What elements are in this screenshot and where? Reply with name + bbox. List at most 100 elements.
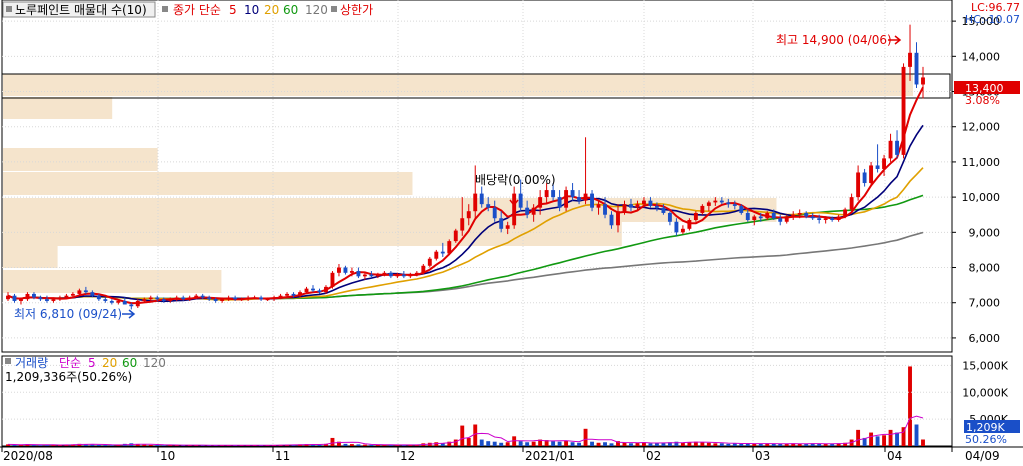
volume-bar[interactable] [142, 444, 147, 446]
volume-ma-period[interactable]: 120 [143, 356, 166, 370]
volume-bar[interactable] [570, 442, 575, 446]
volume-bar[interactable] [700, 442, 705, 446]
candle-body[interactable] [161, 299, 166, 301]
volume-bar[interactable] [921, 439, 925, 446]
volume-bar[interactable] [603, 442, 607, 446]
volume-bar[interactable] [148, 444, 153, 446]
candle-body[interactable] [447, 241, 452, 254]
candle-body[interactable] [401, 274, 406, 277]
volume-bar[interactable] [856, 429, 861, 446]
candle-body[interactable] [6, 295, 10, 300]
candle-body[interactable] [148, 297, 153, 300]
ma-legend-period[interactable]: 20 [264, 3, 279, 17]
candle-body[interactable] [466, 211, 471, 219]
candle-body[interactable] [349, 271, 354, 273]
candle-body[interactable] [135, 300, 140, 307]
volume-bar[interactable] [479, 439, 484, 446]
candle-body[interactable] [557, 197, 562, 208]
candle-body[interactable] [583, 193, 588, 201]
candle-body[interactable] [479, 193, 484, 205]
volume-bar[interactable] [330, 437, 335, 446]
candle-body[interactable] [642, 200, 646, 205]
volume-bar[interactable] [369, 444, 374, 446]
candle-body[interactable] [823, 218, 828, 220]
volume-bar[interactable] [460, 425, 465, 446]
volume-bar[interactable] [635, 442, 640, 446]
candle-body[interactable] [369, 274, 374, 277]
volume-bar[interactable] [713, 443, 718, 446]
candle-body[interactable] [337, 267, 341, 273]
volume-bar[interactable] [343, 443, 348, 446]
candle-body[interactable] [103, 299, 108, 301]
volume-bar[interactable] [564, 440, 569, 446]
candle-body[interactable] [207, 297, 212, 300]
candle-body[interactable] [505, 225, 510, 229]
candle-body[interactable] [901, 66, 906, 155]
candle-body[interactable] [843, 209, 848, 217]
candle-body[interactable] [778, 218, 783, 222]
ma-legend-period[interactable]: 10 [244, 3, 259, 17]
candle-body[interactable] [564, 190, 569, 208]
volume-ma-period[interactable]: 5 [88, 356, 96, 370]
candle-body[interactable] [590, 193, 594, 208]
candle-body[interactable] [317, 290, 322, 293]
candle-body[interactable] [473, 193, 478, 212]
candle-body[interactable] [226, 297, 231, 300]
candle-body[interactable] [168, 299, 173, 301]
candle-body[interactable] [142, 299, 147, 301]
candle-body[interactable] [375, 274, 380, 277]
candle-body[interactable] [259, 297, 264, 300]
ma-legend-period[interactable]: 60 [283, 3, 298, 17]
volume-bar[interactable] [505, 442, 510, 446]
candle-body[interactable] [213, 299, 218, 301]
candle-body[interactable] [265, 299, 270, 301]
candle-body[interactable] [817, 218, 822, 220]
candle-body[interactable] [499, 218, 504, 229]
volume-bar[interactable] [869, 432, 874, 446]
candle-body[interactable] [830, 218, 835, 220]
candle-body[interactable] [25, 293, 30, 300]
chart-canvas[interactable]: 15,00014,00013,00012,00011,00010,0009,00… [0, 0, 1023, 466]
stock-chart-window[interactable]: 15,00014,00013,00012,00011,00010,0009,00… [0, 0, 1023, 466]
candle-body[interactable] [122, 300, 127, 305]
candle-body[interactable] [538, 197, 543, 208]
candle-body[interactable] [856, 172, 861, 198]
candle-body[interactable] [797, 212, 802, 215]
candle-body[interactable] [836, 216, 841, 220]
volume-bar[interactable] [531, 441, 536, 446]
volume-bar[interactable] [596, 442, 601, 446]
volume-bar[interactable] [349, 444, 354, 446]
candle-body[interactable] [544, 190, 549, 198]
candle-body[interactable] [882, 158, 887, 169]
candle-body[interactable] [304, 288, 309, 293]
candle-body[interactable] [311, 288, 315, 291]
candle-body[interactable] [804, 212, 809, 217]
candle-body[interactable] [96, 295, 101, 300]
candle-body[interactable] [252, 297, 257, 299]
volume-bar[interactable] [622, 442, 627, 446]
volume-bar[interactable] [96, 444, 101, 446]
volume-bar[interactable] [895, 432, 899, 446]
volume-bar[interactable] [453, 439, 458, 446]
candle-body[interactable] [116, 300, 121, 303]
candle-body[interactable] [57, 297, 62, 300]
candle-body[interactable] [700, 205, 705, 213]
candle-body[interactable] [492, 207, 497, 219]
candle-body[interactable] [551, 190, 556, 198]
candle-body[interactable] [19, 299, 23, 301]
candle-body[interactable] [745, 212, 750, 220]
candle-body[interactable] [174, 297, 179, 300]
candle-body[interactable] [577, 197, 582, 201]
candle-body[interactable] [278, 295, 283, 298]
candle-body[interactable] [70, 293, 75, 296]
candle-body[interactable] [343, 267, 348, 273]
candle-body[interactable] [622, 204, 627, 212]
volume-bar[interactable] [629, 443, 633, 446]
volume-bar[interactable] [648, 443, 653, 446]
candle-body[interactable] [453, 230, 458, 242]
candle-body[interactable] [356, 271, 361, 277]
candle-body[interactable] [330, 272, 335, 287]
volume-bar[interactable] [739, 443, 744, 446]
candle-body[interactable] [596, 204, 601, 208]
candle-body[interactable] [758, 216, 763, 219]
